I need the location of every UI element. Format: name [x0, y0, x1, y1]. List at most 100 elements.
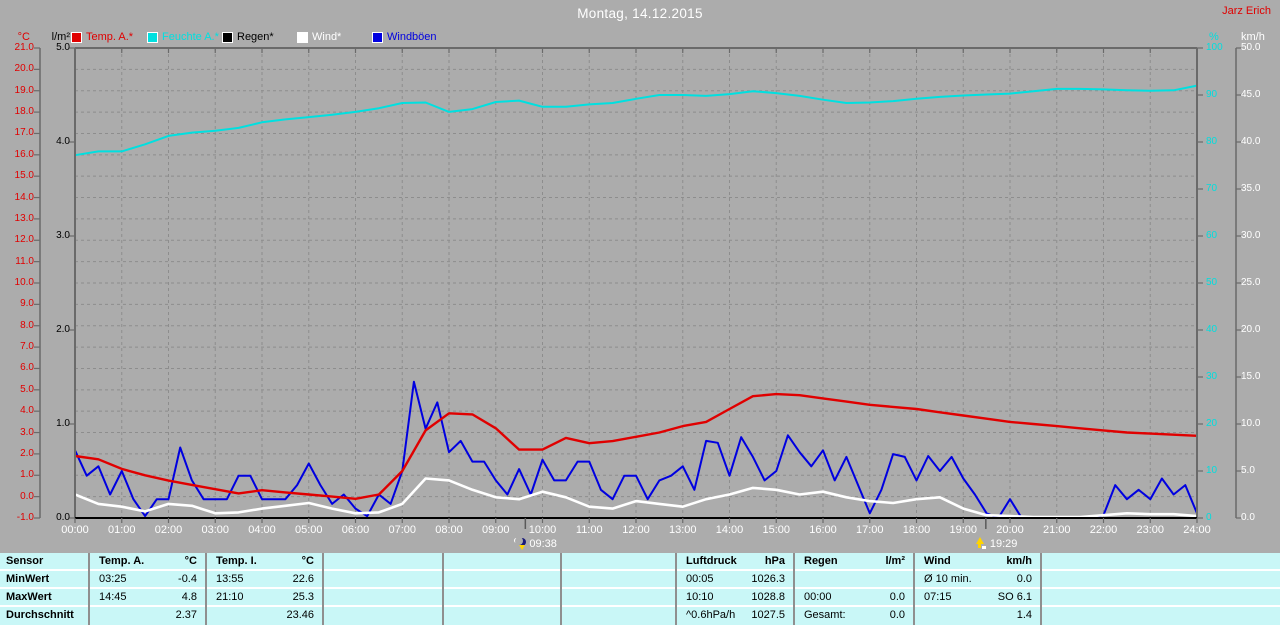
temp-tick-label: 7.0	[20, 341, 34, 353]
temp-tick-label: 0.0	[20, 490, 34, 502]
table-column-separator	[442, 553, 444, 625]
temp-tick-label: 20.0	[14, 63, 34, 75]
temp-tick-label: 1.0	[20, 469, 34, 481]
hour-tick-label: 09:00	[481, 524, 510, 536]
table-row-label: Sensor	[6, 555, 44, 567]
table-cell	[1040, 589, 1280, 605]
wind-tick-label: 5.0	[1241, 465, 1255, 476]
hour-tick-label: 21:00	[1042, 524, 1071, 536]
table-row-label: MinWert	[6, 573, 50, 585]
table-cell: 21:10 25.3	[216, 591, 314, 603]
table-row-minwert: MinWert 03:25 -0.4 13:55 22.6 00:05 1026.3 Ø 10…	[0, 571, 1280, 589]
temp-tick-label: 14.0	[14, 191, 34, 203]
humidity-tick-label: 60	[1206, 230, 1218, 241]
table-cell: 14:45 4.8	[99, 591, 197, 603]
hour-tick-label: 16:00	[809, 524, 837, 536]
table-row-label: MaxWert	[6, 591, 52, 603]
rain-tick-label: 3.0	[56, 230, 70, 241]
table-column-header	[442, 553, 560, 569]
temp-tick-label: 13.0	[14, 212, 34, 224]
humidity-tick-label: 100	[1206, 42, 1223, 53]
hour-tick-label: 08:00	[435, 524, 463, 536]
hour-tick-label: 04:00	[248, 524, 276, 536]
humidity-tick-label: 10	[1206, 465, 1218, 476]
legend-swatch-icon	[372, 31, 383, 43]
table-cell	[560, 589, 675, 605]
hour-tick-label: 07:00	[388, 524, 417, 536]
hour-tick-label: 00:00	[61, 524, 89, 536]
author-label: Jarz Erich	[1222, 5, 1271, 17]
table-column-separator	[675, 553, 677, 625]
table-cell	[1040, 571, 1280, 587]
table-cell	[1040, 607, 1280, 623]
legend-item-wind-: Wind*	[297, 31, 341, 43]
wind-tick-label: 35.0	[1241, 183, 1261, 194]
rain-tick-label: 0.0	[56, 512, 70, 523]
legend-item-feuchte-a-: Feuchte A.*	[147, 31, 219, 43]
rain-tick-label: 1.0	[56, 418, 70, 429]
hour-tick-label: 18:00	[902, 524, 931, 536]
table-cell: 1.4	[1016, 609, 1032, 621]
wind-tick-label: 15.0	[1241, 371, 1261, 382]
table-cell: 2.37	[175, 609, 197, 621]
table-column-header	[1040, 553, 1280, 569]
table-cell: ^0.6hPa/h 1027.5	[686, 609, 785, 621]
temp-tick-label: 4.0	[20, 405, 34, 417]
table-cell	[322, 607, 442, 623]
moonset-marker-icon	[514, 537, 527, 550]
hour-tick-label: 02:00	[154, 524, 183, 536]
humidity-tick-label: 90	[1206, 89, 1218, 100]
legend-item-windb-en: Windböen	[372, 31, 437, 43]
hour-tick-label: 06:00	[341, 524, 370, 536]
rain-tick-label: 4.0	[56, 136, 70, 147]
wind-tick-label: 50.0	[1241, 42, 1261, 53]
hour-tick-label: 11:00	[575, 524, 603, 536]
legend-swatch-icon	[297, 31, 308, 43]
humidity-tick-label: 0	[1206, 512, 1212, 523]
page-title: Montag, 14.12.2015	[577, 6, 703, 21]
table-column-separator	[560, 553, 562, 625]
legend-swatch-icon	[147, 31, 158, 43]
legend-swatch-icon	[71, 31, 82, 43]
temp-tick-label: 15.0	[14, 170, 34, 182]
legend-label: Wind*	[312, 31, 342, 43]
table-cell	[560, 607, 675, 623]
hour-tick-label: 24:00	[1183, 524, 1211, 536]
table-row-sensor: Sensor Temp. A. °C Temp. I. °C Luftdruck hPa Re…	[0, 553, 1280, 571]
legend-item-regen-: Regen*	[222, 31, 274, 43]
hour-tick-label: 17:00	[855, 524, 884, 536]
temp-tick-label: 16.0	[14, 148, 34, 160]
legend-label: Feuchte A.*	[162, 31, 219, 43]
table-column-separator	[1040, 553, 1042, 625]
table-column-separator	[793, 553, 795, 625]
table-column-separator	[322, 553, 324, 625]
table-column-header: Temp. I. °C	[216, 555, 314, 567]
wind-tick-label: 40.0	[1241, 136, 1261, 147]
temp-tick-label: 10.0	[14, 277, 34, 288]
humidity-tick-label: 80	[1206, 136, 1218, 147]
hour-tick-label: 19:00	[949, 524, 978, 536]
table-cell	[322, 589, 442, 605]
humidity-tick-label: 40	[1206, 324, 1218, 335]
humidity-tick-label: 30	[1206, 371, 1218, 382]
legend-swatch-icon	[222, 31, 233, 43]
legend-label: Windböen	[387, 31, 437, 43]
table-column-header: Wind km/h	[924, 555, 1032, 567]
rain-tick-label: 5.0	[56, 42, 70, 53]
humidity-tick-label: 20	[1206, 418, 1218, 429]
temp-tick-label: 19.0	[14, 84, 34, 96]
table-column-header: Luftdruck hPa	[686, 555, 785, 567]
legend-label: Regen*	[237, 31, 274, 43]
hour-tick-label: 10:00	[528, 524, 557, 536]
table-cell: 00:00 0.0	[804, 591, 905, 603]
table-cell	[442, 607, 560, 623]
table-row-maxwert: MaxWert 14:45 4.8 21:10 25.3 10:10 1028.8 00:00…	[0, 589, 1280, 607]
humidity-tick-label: 50	[1206, 277, 1218, 288]
table-cell: Ø 10 min. 0.0	[924, 573, 1032, 585]
humidity-tick-label: 70	[1206, 183, 1218, 194]
table-column-separator	[913, 553, 915, 625]
summary-table: Sensor Temp. A. °C Temp. I. °C Luftdruck hPa Re…	[0, 553, 1280, 625]
wind-tick-label: 20.0	[1241, 324, 1261, 335]
temp-tick-label: 18.0	[14, 106, 34, 118]
hour-tick-label: 15:00	[762, 524, 791, 536]
